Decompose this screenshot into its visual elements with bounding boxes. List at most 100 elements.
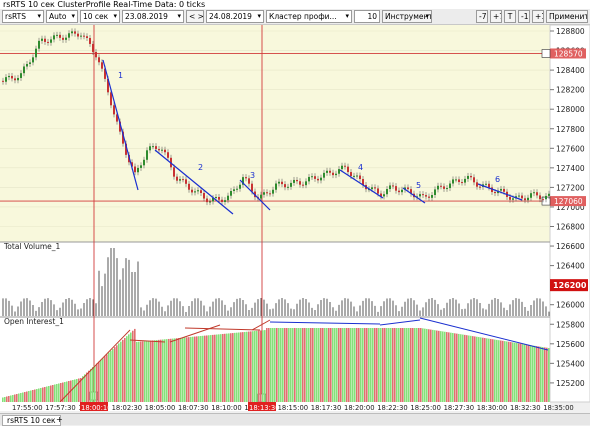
oi-bar xyxy=(90,368,92,402)
instrument-select[interactable]: rsRTS xyxy=(2,10,44,23)
oi-bar xyxy=(286,328,288,402)
chart-tab[interactable]: rsRTS 10 сек xyxy=(2,415,61,426)
oi-bar xyxy=(110,350,112,402)
candle xyxy=(305,181,307,186)
oi-bar xyxy=(56,384,58,402)
add-tab-button[interactable]: + xyxy=(56,415,63,424)
trend-label: 2 xyxy=(198,163,203,172)
candle xyxy=(284,184,286,188)
indicator-select[interactable]: Кластер профи... xyxy=(266,10,352,23)
oi-bar xyxy=(488,338,490,402)
oi-bar xyxy=(306,328,308,402)
candle xyxy=(230,190,232,196)
oi-bar xyxy=(496,339,498,402)
oi-bar xyxy=(498,340,500,402)
candle xyxy=(227,195,229,201)
oi-bar xyxy=(300,328,302,402)
candle xyxy=(176,176,178,181)
oi-bar xyxy=(222,333,224,402)
candle xyxy=(197,190,199,192)
candle xyxy=(233,189,235,191)
oi-bar xyxy=(440,331,442,402)
candle xyxy=(155,146,157,150)
oi-bar xyxy=(312,328,314,402)
oi-bar xyxy=(432,329,434,402)
count-field[interactable]: 10 xyxy=(354,10,380,23)
date-nav-buttons[interactable]: < > xyxy=(186,10,204,23)
oi-bar xyxy=(44,387,46,402)
oi-bar xyxy=(122,339,124,402)
candle xyxy=(77,33,79,37)
candle xyxy=(302,184,304,186)
oi-bar xyxy=(164,339,166,402)
candle xyxy=(521,195,523,199)
price-tick-label: 127800 xyxy=(556,125,585,134)
tools-menu-button[interactable]: Инструменты xyxy=(382,10,432,23)
oi-bar xyxy=(280,328,282,402)
oi-bar xyxy=(210,335,212,402)
oi-bar xyxy=(264,330,266,402)
oi-bar xyxy=(276,328,278,402)
oi-bar xyxy=(36,389,38,402)
toolbar: rsRTS Auto 10 сек 23.08.2019 < > 24.08.2… xyxy=(0,9,590,25)
oi-bar xyxy=(64,382,66,402)
price-tick-label: 126400 xyxy=(556,262,585,271)
oi-bar xyxy=(148,340,150,402)
oi-bar xyxy=(546,347,548,402)
oi-bar xyxy=(442,331,444,402)
candle xyxy=(74,31,76,34)
minus1-button[interactable]: -1 xyxy=(518,10,530,23)
oi-bar xyxy=(118,343,120,402)
plus1-button[interactable]: +1 xyxy=(532,10,544,23)
oi-bar xyxy=(200,336,202,402)
candle xyxy=(371,187,373,190)
oi-bar xyxy=(352,328,354,402)
plus7-button[interactable]: +7 xyxy=(490,10,502,23)
oi-bar xyxy=(366,328,368,402)
candle xyxy=(479,186,481,188)
t-button[interactable]: T xyxy=(504,10,516,23)
oi-bar xyxy=(288,328,290,402)
oi-bar xyxy=(450,332,452,402)
oi-bar xyxy=(362,328,364,402)
candle xyxy=(80,35,82,37)
candle xyxy=(137,167,139,173)
time-tick-label: 18:35:00 xyxy=(543,404,574,411)
oi-bar xyxy=(242,332,244,402)
price-tick-label: 126600 xyxy=(556,242,585,251)
date-from-field[interactable]: 23.08.2019 xyxy=(122,10,184,23)
candle xyxy=(353,175,355,177)
price-tick-label: 127200 xyxy=(556,183,585,192)
oi-bar xyxy=(302,328,304,402)
oi-bar xyxy=(4,397,6,402)
price-chart[interactable]: 1288001286001284001282001280001278001276… xyxy=(0,25,590,411)
oi-bar xyxy=(158,339,160,402)
oi-bar xyxy=(20,393,22,402)
oi-bar xyxy=(120,341,122,402)
candle xyxy=(341,165,343,170)
oi-bar xyxy=(318,328,320,402)
candle xyxy=(467,175,469,179)
candle xyxy=(458,179,460,183)
oi-bar xyxy=(82,376,84,402)
status-bar: rsRTS 10 сек + xyxy=(0,413,590,426)
oi-bar xyxy=(24,392,26,402)
candle xyxy=(476,182,478,187)
timeframe-select[interactable]: 10 сек xyxy=(80,10,120,23)
candle xyxy=(182,179,184,181)
oi-bar xyxy=(426,328,428,402)
minus7-button[interactable]: -7 xyxy=(476,10,488,23)
date-to-field[interactable]: 24.08.2019 xyxy=(206,10,264,23)
candle xyxy=(332,172,334,176)
oi-bar xyxy=(112,348,114,402)
oi-bar xyxy=(418,328,420,402)
price-tick-label: 125600 xyxy=(556,340,585,349)
oi-bar xyxy=(220,334,222,402)
candle xyxy=(161,149,163,151)
oi-bar xyxy=(252,331,254,402)
oi-bar xyxy=(16,394,18,402)
oi-bar xyxy=(248,331,250,402)
mode-select[interactable]: Auto xyxy=(46,10,78,23)
apply-button[interactable]: Применить xyxy=(546,10,588,23)
candle xyxy=(56,34,58,36)
